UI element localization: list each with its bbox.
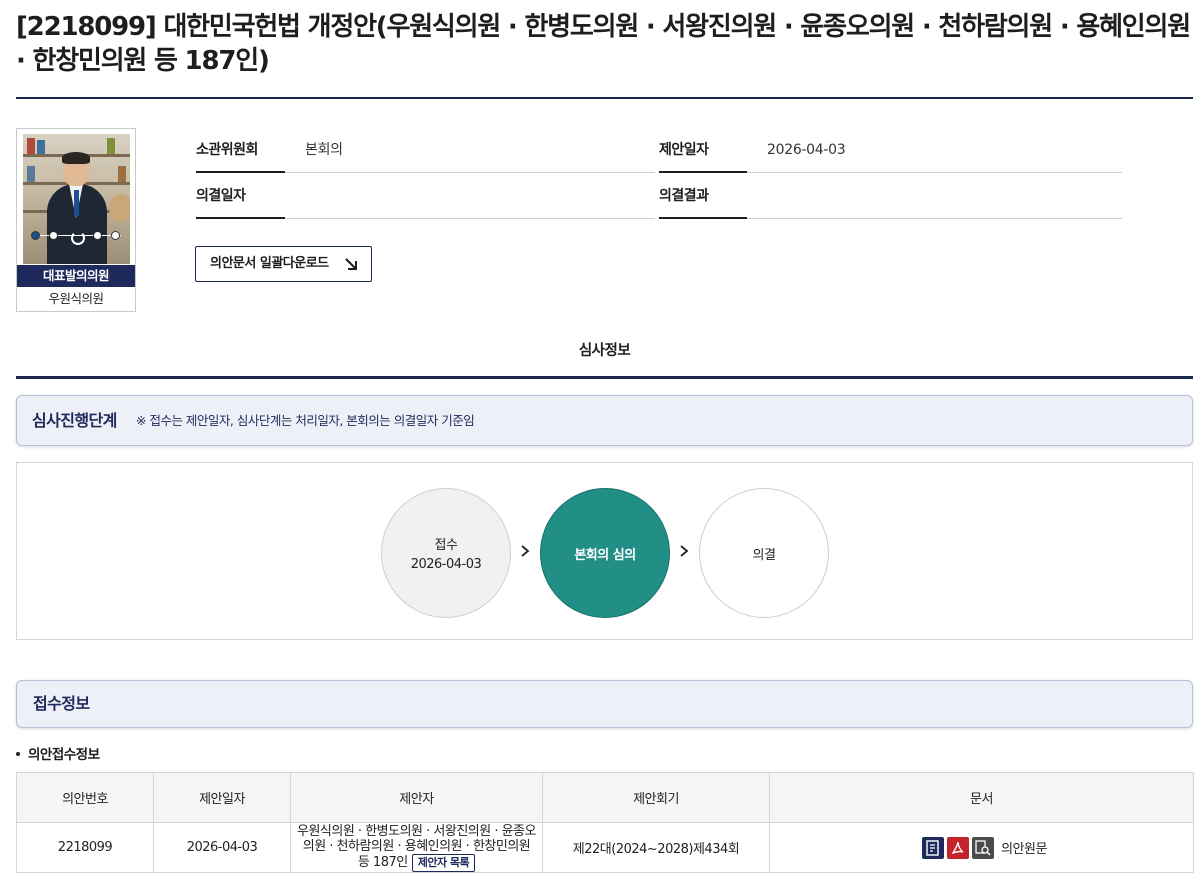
stage-flow: 접수 2026-04-03 본회의 심의 의결 [16,462,1193,640]
chevron-right-icon [521,545,530,557]
stage-note: ※ 접수는 제안일자, 심사단계는 처리일자, 본회의는 의결일자 기준임 [136,413,475,428]
committee-label: 소관위원회 [196,127,285,173]
decision-date-label: 의결일자 [196,173,285,219]
photo-carousel-indicator[interactable] [31,228,125,245]
proposal-date-cell: 2026-04-03 [153,822,291,873]
step-label: 접수 [434,538,458,553]
step-label: 본회의 심의 [574,547,636,563]
bill-number-cell: 2218099 [16,822,154,873]
proposer-list-button[interactable]: 제안자 목록 [411,853,476,872]
stage-title: 심사진행단계 [32,411,117,430]
arrow-down-right-icon [345,258,357,270]
bulk-download-button[interactable]: 의안문서 일괄다운로드 [195,246,372,282]
bill-title: [2218099] 대한민국헌법 개정안(우원식의원 · 한병도의원 · 서왕진… [16,12,1191,76]
tab-review-info[interactable]: 심사정보 [16,336,1193,366]
column-header: 제안회기 [542,772,770,823]
decision-result-label: 의결결과 [659,173,747,219]
stage-step-plenary-review: 본회의 심의 [540,488,670,618]
review-tab-underline [16,376,1193,379]
decision-result-value [747,173,1122,219]
stage-step-decision: 의결 [699,488,829,618]
proposer-cell: 우원식의원 · 한병도의원 · 서왕진의원 · 윤종오의원 · 천하람의원 · … [290,822,543,873]
document-view-icon[interactable] [972,836,995,859]
original-bill-link[interactable]: 의안원문 [1001,842,1047,857]
hwp-file-icon[interactable] [922,836,945,859]
proposal-date-label: 제안일자 [659,127,747,173]
table-header-row: 의안번호 제안일자 제안자 제안회기 문서 [16,772,1194,823]
column-header: 의안번호 [16,772,154,823]
bullet-icon [16,751,20,756]
decision-date-value [285,173,655,219]
title-divider [16,97,1193,99]
chevron-right-icon [680,545,689,557]
column-header: 제안일자 [153,772,291,823]
pdf-file-icon[interactable] [947,836,970,859]
representative-name[interactable]: 우원식의원 [17,289,135,309]
documents-cell: 의안원문 [769,822,1194,873]
bulk-download-label: 의안문서 일괄다운로드 [210,256,329,271]
receipt-subtitle-text: 의안접수정보 [28,747,100,763]
receipt-section-header: 접수정보 [16,680,1193,728]
receipt-table: 의안번호 제안일자 제안자 제안회기 문서 2218099 2026-04-03… [16,772,1194,873]
table-row: 2218099 2026-04-03 우원식의원 · 한병도의원 · 서왕진의원… [16,822,1194,873]
committee-value: 본회의 [285,127,655,173]
stage-section-header: 심사진행단계 ※ 접수는 제안일자, 심사단계는 처리일자, 본회의는 의결일자… [16,395,1193,446]
session-cell: 제22대(2024~2028)제434회 [542,822,770,873]
representative-badge: 대표발의의원 [17,265,135,287]
stage-step-receipt: 접수 2026-04-03 [381,488,511,618]
receipt-section-title: 접수정보 [33,694,90,713]
proposal-date-value: 2026-04-03 [747,127,1122,173]
step-date: 2026-04-03 [410,557,482,572]
step-label: 의결 [752,547,776,563]
representative-card: 대표발의의원 우원식의원 [16,128,136,312]
receipt-subtitle: 의안접수정보 [16,744,100,766]
column-header: 제안자 [290,772,543,823]
column-header: 문서 [769,772,1194,823]
